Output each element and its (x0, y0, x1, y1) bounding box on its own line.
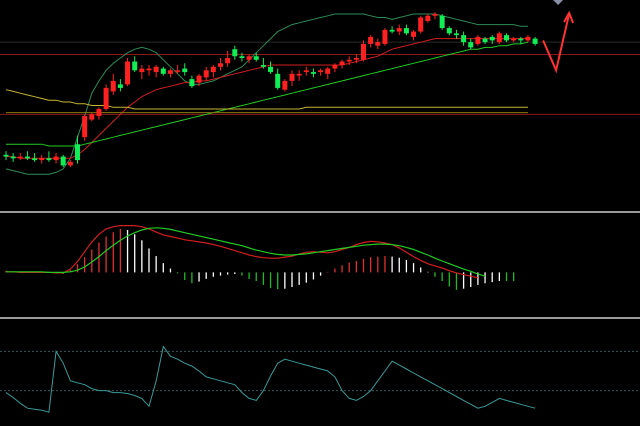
candle-body (389, 29, 395, 32)
candle-body (253, 56, 259, 60)
candle-body (504, 35, 509, 41)
candle-body (175, 70, 181, 72)
candle-body (489, 36, 495, 41)
candle-body (10, 156, 16, 159)
candle-body (361, 43, 366, 60)
candle-body (246, 56, 252, 60)
candle-body (303, 70, 309, 73)
candle-body (182, 68, 188, 73)
candle-body (296, 73, 302, 76)
candle-body (132, 61, 138, 71)
candle-body (196, 75, 202, 83)
candle-body (189, 79, 195, 87)
candle-body (167, 70, 173, 74)
candle-body (110, 80, 116, 92)
candle-body (518, 38, 524, 41)
candle-body (475, 36, 481, 44)
candle-body (318, 70, 324, 73)
candle-body (103, 87, 109, 110)
candle-body (346, 59, 352, 62)
candle-body (125, 61, 131, 85)
candle-body (468, 42, 474, 48)
candle-body (453, 33, 459, 36)
candle-body (218, 63, 223, 67)
candle-body (446, 28, 452, 34)
candle-body (96, 109, 102, 117)
candle-body (461, 35, 467, 43)
candle-body (53, 156, 59, 161)
candle-body (17, 156, 23, 159)
candle-body (39, 158, 45, 161)
candle-body (525, 36, 531, 41)
candle-body (46, 158, 52, 161)
candle-body (411, 31, 417, 37)
candle-body (339, 61, 345, 66)
candle-body (160, 68, 166, 74)
chart-canvas (0, 0, 640, 426)
candle-body (260, 65, 266, 67)
candle-body (289, 73, 295, 81)
candle-body (75, 144, 80, 161)
candle-body (382, 29, 388, 44)
candle-body (496, 33, 502, 43)
candle-body (418, 17, 424, 32)
candle-body (282, 80, 288, 90)
candle-body (146, 68, 152, 71)
candle-body (67, 161, 73, 166)
candle-body (117, 84, 123, 88)
candle-body (239, 56, 245, 58)
candle-body (396, 28, 402, 32)
candle-body (232, 49, 238, 57)
candle-body (439, 15, 445, 29)
candle-body (89, 114, 95, 120)
candle-body (511, 38, 517, 41)
candle-body (82, 116, 88, 138)
candle-body (3, 154, 9, 157)
candle-body (268, 66, 274, 73)
candle-body (139, 68, 145, 73)
candle-body (482, 38, 488, 43)
candle-body (275, 73, 281, 88)
candle-body (203, 70, 209, 78)
trading-chart (0, 0, 640, 426)
candle-body (375, 42, 381, 46)
candle-body (60, 156, 66, 166)
candle-body (425, 15, 431, 22)
candle-body (24, 156, 30, 159)
candle-body (368, 36, 374, 44)
candle-body (310, 72, 316, 74)
candle-body (403, 28, 409, 34)
candle-body (153, 66, 159, 73)
candle-body (332, 65, 338, 69)
candle-body (353, 58, 359, 60)
candle-body (225, 58, 231, 64)
candle-body (325, 68, 331, 74)
candle-body (532, 38, 538, 44)
candle-body (32, 158, 38, 161)
candle-body (432, 14, 438, 16)
candle-body (210, 66, 216, 73)
